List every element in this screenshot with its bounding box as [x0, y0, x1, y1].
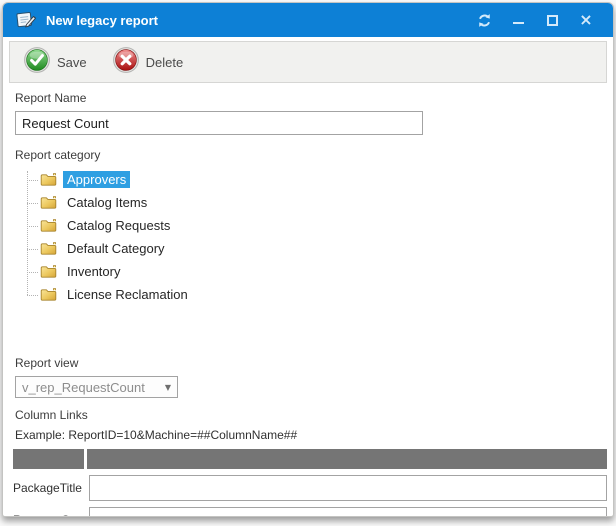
tree-item-label: Catalog Items — [63, 194, 151, 211]
column-row-label: Request Count — [13, 513, 89, 517]
delete-label: Delete — [146, 55, 184, 70]
tree-item-label: Catalog Requests — [63, 217, 174, 234]
refresh-icon[interactable] — [467, 7, 501, 33]
report-name-input[interactable] — [15, 111, 423, 135]
table-row: PackageTitle — [13, 475, 607, 501]
tree-item[interactable]: Default Category — [27, 237, 601, 260]
chevron-down-icon: ▼ — [165, 383, 171, 392]
folder-icon — [40, 172, 58, 187]
folder-icon — [40, 264, 58, 279]
report-name-label: Report Name — [15, 91, 601, 105]
column-links-label: Column Links — [15, 408, 601, 422]
report-view-value: v_rep_RequestCount — [22, 380, 161, 395]
dialog-window: New legacy report × — [2, 2, 614, 517]
report-category-label: Report category — [15, 148, 601, 162]
folder-icon — [40, 195, 58, 210]
window-controls: × — [467, 7, 603, 33]
table-header-cell — [13, 449, 84, 469]
titlebar: New legacy report × — [3, 3, 613, 37]
tree-item-label: Approvers — [63, 171, 130, 188]
column-link-input[interactable] — [89, 507, 607, 517]
delete-x-icon — [113, 47, 139, 78]
column-links-example: Example: ReportID=10&Machine=##ColumnNam… — [15, 428, 601, 442]
table-row: Request Count — [13, 507, 607, 517]
folder-icon — [40, 287, 58, 302]
window-title: New legacy report — [46, 13, 467, 28]
close-icon[interactable]: × — [569, 7, 603, 33]
save-label: Save — [57, 55, 87, 70]
tree-item-label: License Reclamation — [63, 286, 192, 303]
notepad-pencil-icon — [15, 10, 37, 30]
report-view-label: Report view — [15, 356, 601, 370]
column-links-table: PackageTitle Request Count — [13, 449, 607, 517]
report-view-select[interactable]: v_rep_RequestCount ▼ — [15, 376, 178, 398]
minimize-icon[interactable] — [501, 7, 535, 33]
tree-item[interactable]: Catalog Requests — [27, 214, 601, 237]
folder-icon — [40, 241, 58, 256]
tree-item[interactable]: License Reclamation — [27, 283, 601, 306]
maximize-icon[interactable] — [535, 7, 569, 33]
save-button[interactable]: Save — [20, 45, 91, 80]
column-link-input[interactable] — [89, 475, 607, 501]
table-header — [13, 449, 607, 469]
column-row-label: PackageTitle — [13, 481, 89, 495]
tree-item-label: Inventory — [63, 263, 124, 280]
tree-item[interactable]: Catalog Items — [27, 191, 601, 214]
delete-button[interactable]: Delete — [109, 45, 188, 80]
folder-icon — [40, 218, 58, 233]
tree-item[interactable]: Inventory — [27, 260, 601, 283]
table-header-cell — [87, 449, 607, 469]
toolbar: Save Delete — [9, 41, 607, 83]
tree-item[interactable]: Approvers — [27, 168, 601, 191]
category-tree: Approvers Catalog Items Catalog Requests… — [27, 168, 601, 306]
tree-item-label: Default Category — [63, 240, 169, 257]
save-check-icon — [24, 47, 50, 78]
form-content: Report Name Report category Approvers Ca… — [3, 83, 613, 517]
